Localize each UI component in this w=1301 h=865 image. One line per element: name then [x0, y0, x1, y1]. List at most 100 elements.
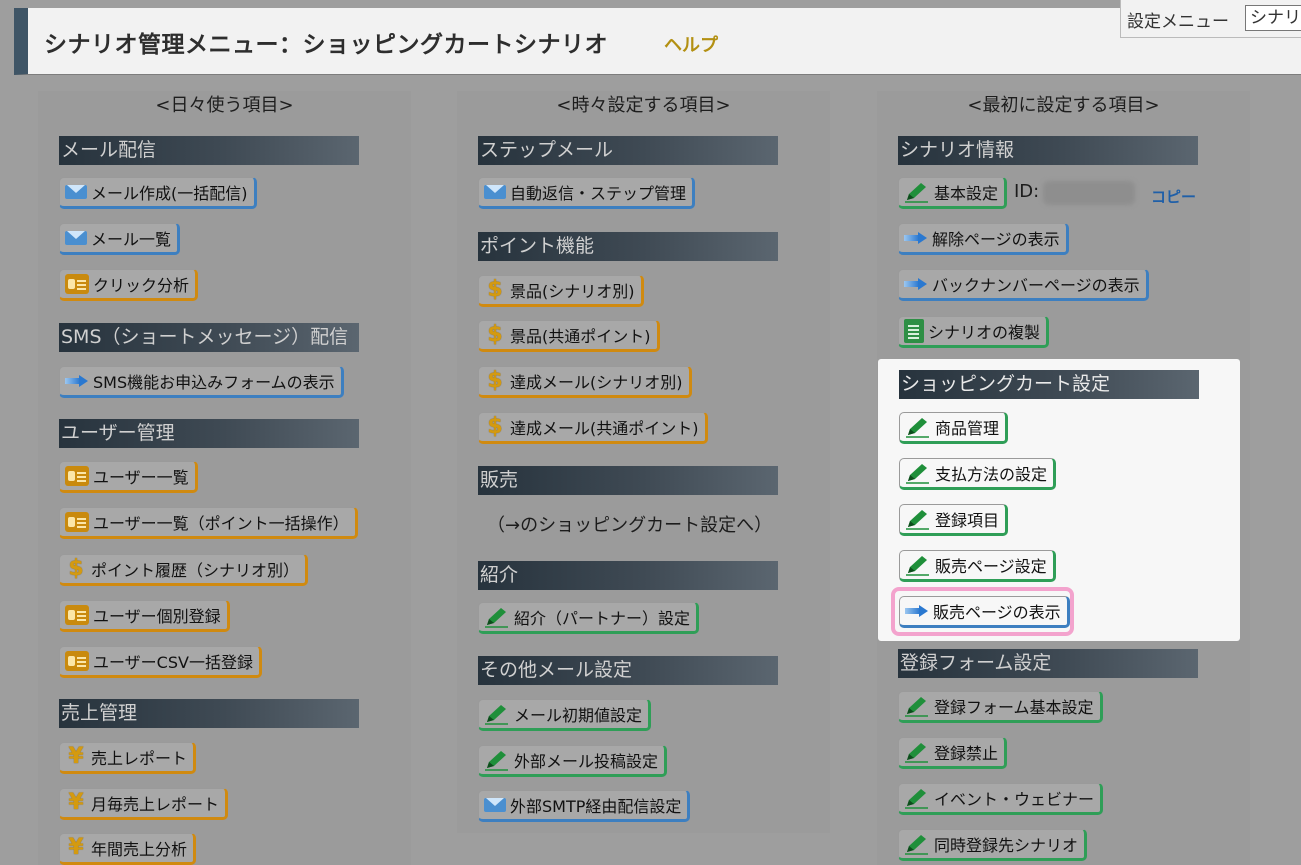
simultaneous-scenario-button[interactable]: 同時登録先シナリオ: [898, 829, 1088, 861]
referral-partner-button[interactable]: 紹介（パートナー）設定: [478, 602, 700, 634]
copy-id-link[interactable]: コピー: [1151, 186, 1196, 207]
button-label: 登録フォーム基本設定: [934, 698, 1094, 717]
user-list-button[interactable]: ユーザー一覧: [59, 461, 198, 493]
backnumber-page-button[interactable]: バックナンバーページの表示: [898, 269, 1149, 301]
mail-icon: [65, 185, 87, 199]
user-list-points-button[interactable]: ユーザー一覧（ポイント一括操作）: [59, 507, 358, 539]
button-label: メール初期値設定: [514, 706, 643, 725]
button-label: 自動返信・ステップ管理: [510, 184, 687, 203]
button-label: 商品管理: [935, 419, 1000, 438]
settings-menu-label: 設定メニュー: [1127, 12, 1229, 32]
sms-form-button[interactable]: SMS機能お申込みフォームの表示: [59, 366, 344, 398]
button-label: 売上レポート: [91, 749, 188, 768]
button-label: 支払方法の設定: [935, 465, 1048, 484]
button-label: シナリオの複製: [928, 323, 1041, 342]
id-card-icon: [65, 512, 89, 532]
button-label: クリック分析: [93, 276, 190, 295]
settings-menu-select[interactable]: シナリ: [1245, 5, 1301, 31]
registration-items-button[interactable]: 登録項目: [899, 504, 1009, 536]
button-label: 販売ページ設定: [935, 557, 1047, 576]
unsubscribe-page-button[interactable]: 解除ページの表示: [898, 223, 1069, 255]
column-title-daily: <日々使う項目>: [155, 95, 294, 116]
pencil-icon: [484, 703, 510, 725]
yen-icon: ¥: [68, 790, 84, 815]
column-sometimes: <時々設定する項目> ステップメール 自動返信・ステップ管理 ポイント機能 $ …: [457, 91, 830, 833]
pencil-icon: [484, 606, 510, 628]
achieve-scenario-button[interactable]: $ 達成メール(シナリオ別): [478, 366, 692, 398]
achieve-common-button[interactable]: $ 達成メール(共通ポイント): [478, 412, 708, 444]
user-csv-button[interactable]: ユーザーCSV一括登録: [59, 646, 262, 678]
dollar-icon: $: [68, 556, 84, 581]
scenario-id-label: ID:: [1014, 181, 1040, 202]
page-title: シナリオ管理メニュー：ショッピングカートシナリオ: [44, 32, 608, 58]
prize-common-button[interactable]: $ 景品(共通ポイント): [478, 320, 660, 352]
mail-list-button[interactable]: メール一覧: [59, 223, 181, 255]
mail-icon: [484, 798, 506, 812]
button-label: 紹介（パートナー）設定: [514, 609, 691, 628]
button-label: 同時登録先シナリオ: [934, 836, 1079, 855]
dollar-icon: $: [487, 277, 503, 302]
button-label: ユーザー一覧（ポイント一括操作）: [93, 514, 349, 533]
pencil-icon: [904, 181, 930, 203]
annual-sales-button[interactable]: ¥ 年間売上分析: [59, 833, 197, 865]
section-referral: 紹介: [478, 561, 778, 590]
button-label: 月毎売上レポート: [91, 795, 220, 814]
sales-report-button[interactable]: ¥ 売上レポート: [59, 742, 197, 774]
help-link[interactable]: ヘルプ: [664, 31, 718, 57]
mail-defaults-button[interactable]: メール初期値設定: [478, 699, 652, 731]
sales-page-settings-button[interactable]: 販売ページ設定: [899, 550, 1056, 582]
section-step-mail: ステップメール: [478, 136, 778, 165]
button-label: 外部SMTP経由配信設定: [510, 797, 682, 816]
form-basic-button[interactable]: 登録フォーム基本設定: [898, 691, 1103, 723]
basic-settings-button[interactable]: 基本設定: [898, 177, 1008, 209]
id-card-icon: [65, 466, 89, 486]
yen-icon: ¥: [68, 835, 84, 860]
sales-note: （→のショッピングカート設定へ）: [487, 515, 773, 536]
pencil-icon: [905, 416, 931, 438]
monthly-sales-button[interactable]: ¥ 月毎売上レポート: [59, 788, 229, 820]
external-smtp-button[interactable]: 外部SMTP経由配信設定: [478, 790, 691, 822]
arrow-icon: [904, 232, 928, 244]
yen-icon: ¥: [68, 744, 84, 769]
duplicate-scenario-button[interactable]: シナリオの複製: [898, 316, 1050, 348]
button-label: SMS機能お申込みフォームの表示: [93, 373, 335, 392]
id-card-icon: [65, 605, 89, 625]
auto-reply-button[interactable]: 自動返信・ステップ管理: [478, 177, 696, 209]
section-form-settings: 登録フォーム設定: [898, 649, 1198, 678]
product-management-button[interactable]: 商品管理: [899, 412, 1009, 444]
button-label: 解除ページの表示: [932, 230, 1060, 249]
event-webinar-button[interactable]: イベント・ウェビナー: [898, 783, 1104, 815]
button-label: ポイント履歴（シナリオ別）: [91, 561, 300, 580]
column-daily: <日々使う項目> メール配信 メール作成(一括配信) メール一覧 クリック分析 …: [38, 91, 411, 865]
dollar-icon: $: [487, 322, 503, 347]
settings-menu: 設定メニュー シナリ: [1120, 0, 1301, 38]
section-mail: メール配信: [59, 136, 359, 165]
point-history-button[interactable]: $ ポイント履歴（シナリオ別）: [59, 554, 309, 586]
button-label: 年間売上分析: [91, 840, 188, 859]
column-title-first: <最初に設定する項目>: [967, 95, 1160, 116]
user-register-button[interactable]: ユーザー個別登録: [59, 600, 230, 632]
external-post-button[interactable]: 外部メール投稿設定: [478, 745, 668, 777]
document-icon: [904, 319, 924, 343]
button-label: 外部メール投稿設定: [514, 752, 659, 771]
payment-method-button[interactable]: 支払方法の設定: [899, 458, 1057, 490]
click-analysis-button[interactable]: クリック分析: [59, 269, 199, 301]
button-label: 景品(シナリオ別): [510, 282, 635, 301]
button-label: 基本設定: [934, 184, 999, 203]
section-user: ユーザー管理: [59, 419, 359, 448]
button-label: メール作成(一括配信): [91, 184, 248, 203]
header-bar: シナリオ管理メニュー：ショッピングカートシナリオ ヘルプ: [14, 8, 1301, 75]
pencil-icon: [904, 695, 930, 717]
registration-block-button[interactable]: 登録禁止: [898, 737, 1008, 769]
button-label: イベント・ウェビナー: [934, 790, 1095, 809]
prize-scenario-button[interactable]: $ 景品(シナリオ別): [478, 275, 644, 307]
mail-create-button[interactable]: メール作成(一括配信): [59, 177, 257, 209]
scenario-id-value-redacted: [1043, 181, 1135, 205]
pencil-icon: [904, 741, 930, 763]
pencil-icon: [904, 833, 930, 855]
mail-icon: [484, 185, 506, 199]
button-label: 登録項目: [935, 511, 1000, 530]
highlight-ring: [891, 587, 1074, 636]
pencil-icon: [905, 508, 931, 530]
pencil-icon: [904, 787, 930, 809]
